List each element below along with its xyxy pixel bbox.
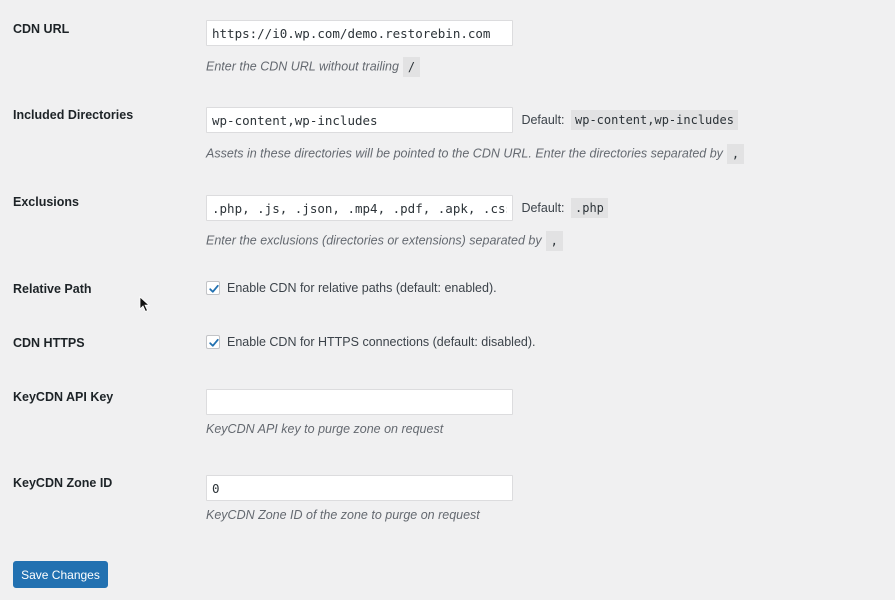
save-changes-button[interactable]: Save Changes: [13, 561, 108, 588]
included-directories-field: Default: wp-content,wp-includes: [206, 107, 738, 133]
keycdn-api-key-field: [206, 389, 513, 415]
keycdn-api-key-description: KeyCDN API key to purge zone on request: [206, 422, 444, 436]
included-directories-description-code: ,: [726, 144, 745, 164]
cdn-https-checkbox[interactable]: [206, 335, 220, 349]
cdn-https-checkbox-label[interactable]: Enable CDN for HTTPS connections (defaul…: [227, 335, 535, 349]
keycdn-zone-id-label: KeyCDN Zone ID: [13, 476, 113, 490]
relative-path-checkbox-label[interactable]: Enable CDN for relative paths (default: …: [227, 281, 497, 295]
included-directories-label: Included Directories: [13, 108, 134, 122]
included-directories-description: Assets in these directories will be poin…: [206, 144, 745, 164]
exclusions-input[interactable]: [206, 195, 513, 221]
cdn-url-description-text: Enter the CDN URL without trailing: [206, 59, 399, 74]
keycdn-zone-id-field: [206, 475, 513, 501]
exclusions-default-value: .php: [571, 198, 608, 218]
included-directories-default-value: wp-content,wp-includes: [571, 110, 738, 130]
cdn-url-input[interactable]: [206, 20, 513, 46]
cdn-https-option: Enable CDN for HTTPS connections (defaul…: [206, 335, 535, 349]
exclusions-description-code: ,: [545, 231, 563, 251]
relative-path-option: Enable CDN for relative paths (default: …: [206, 281, 497, 295]
cdn-url-description: Enter the CDN URL without trailing /: [206, 57, 421, 77]
exclusions-description-text: Enter the exclusions (directories or ext…: [206, 233, 542, 248]
keycdn-api-key-input[interactable]: [206, 389, 513, 415]
included-directories-input[interactable]: [206, 107, 513, 133]
exclusions-default-label: Default:: [521, 201, 565, 215]
keycdn-zone-id-input[interactable]: [206, 475, 513, 501]
exclusions-label: Exclusions: [13, 195, 79, 209]
cdn-url-label: CDN URL: [13, 22, 70, 36]
keycdn-api-key-label: KeyCDN API Key: [13, 390, 114, 404]
exclusions-field: Default: .php: [206, 195, 608, 221]
relative-path-label: Relative Path: [13, 282, 92, 296]
cdn-url-description-code: /: [402, 57, 421, 77]
relative-path-checkbox[interactable]: [206, 281, 220, 295]
mouse-pointer-icon: [139, 296, 151, 313]
cdn-https-label: CDN HTTPS: [13, 336, 85, 350]
exclusions-description: Enter the exclusions (directories or ext…: [206, 231, 563, 251]
keycdn-zone-id-description: KeyCDN Zone ID of the zone to purge on r…: [206, 508, 480, 522]
checkmark-icon: [209, 284, 219, 293]
included-directories-description-text: Assets in these directories will be poin…: [206, 146, 723, 161]
checkmark-icon: [209, 338, 219, 347]
included-directories-default-label: Default:: [521, 113, 565, 127]
cdn-url-field: [206, 20, 513, 46]
